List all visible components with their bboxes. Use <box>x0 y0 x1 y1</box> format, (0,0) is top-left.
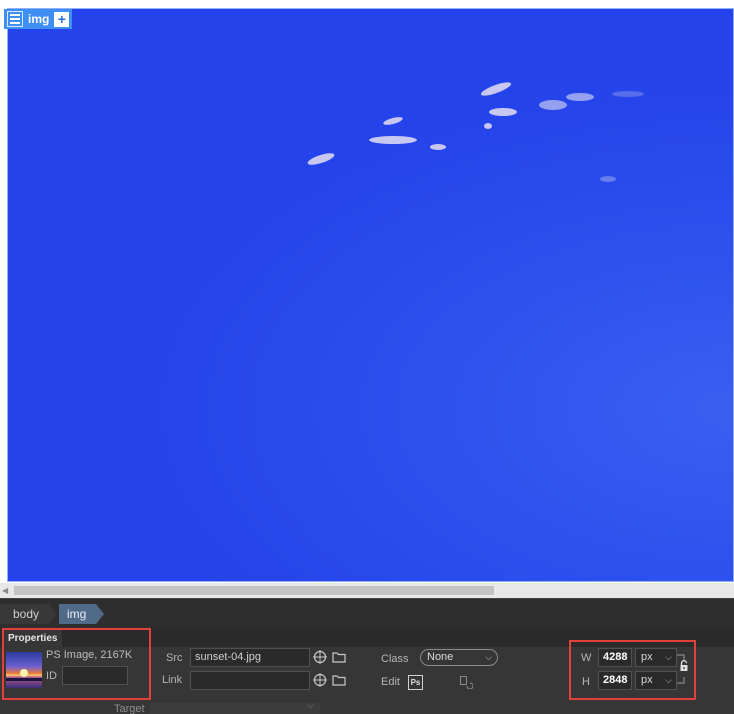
photoshop-edit-icon[interactable]: Ps <box>408 675 423 690</box>
src-input[interactable]: sunset-04.jpg <box>190 648 310 667</box>
class-label: Class <box>381 653 409 665</box>
chevron-down-icon: ⌵ <box>485 652 492 662</box>
edit-label: Edit <box>381 676 400 688</box>
link-label: Link <box>162 674 183 686</box>
editor-window: img + ◀ body img Properties PS Image, 21… <box>0 0 734 714</box>
tag-selector-bar: body img <box>0 598 734 628</box>
hamburger-menu-icon[interactable] <box>7 11 23 27</box>
sky-image-clouds <box>307 82 644 182</box>
annotation-highlight-dimensions <box>569 640 696 700</box>
src-label: Src <box>166 652 183 664</box>
point-to-file-icon[interactable] <box>313 650 327 664</box>
link-point-to-file-icon[interactable] <box>313 673 327 687</box>
scroll-left-arrow-icon[interactable]: ◀ <box>2 585 12 596</box>
selected-image[interactable] <box>7 8 734 582</box>
element-tag-badge: img + <box>4 9 73 29</box>
annotation-highlight-image-info <box>2 628 151 700</box>
element-tag-label: img <box>28 12 50 26</box>
tag-crumb-img[interactable]: img <box>59 604 105 624</box>
browse-folder-icon[interactable] <box>332 650 346 664</box>
design-view: img + ◀ <box>0 0 734 598</box>
add-class-plus-icon[interactable]: + <box>54 11 70 27</box>
target-select[interactable]: ⌵ <box>150 700 320 714</box>
target-label: Target <box>114 703 145 714</box>
horizontal-scrollbar[interactable]: ◀ <box>0 583 734 598</box>
link-input[interactable] <box>190 671 310 690</box>
tag-crumb-body[interactable]: body <box>0 604 58 624</box>
update-from-original-icon[interactable] <box>459 675 473 689</box>
class-select[interactable]: None ⌵ <box>420 649 498 666</box>
scrollbar-thumb[interactable] <box>14 586 494 595</box>
class-select-value: None <box>427 651 454 663</box>
chevron-down-icon: ⌵ <box>307 700 314 710</box>
link-browse-folder-icon[interactable] <box>332 673 346 687</box>
